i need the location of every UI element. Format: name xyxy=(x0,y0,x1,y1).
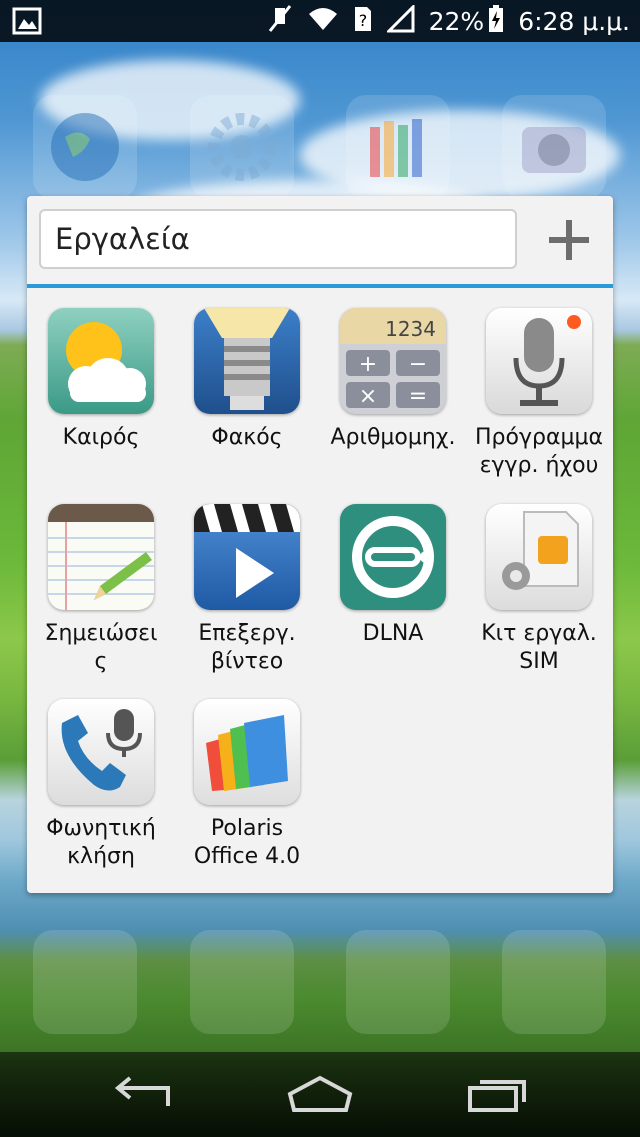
globe-icon xyxy=(33,95,137,199)
back-button[interactable] xyxy=(110,1074,174,1118)
app-label-line: SIM xyxy=(519,649,559,674)
calculator-display: 1234 xyxy=(385,317,436,341)
app-label-line: βίντεο xyxy=(210,649,284,674)
browser-icon xyxy=(502,930,606,1034)
svg-text:?: ? xyxy=(358,11,367,30)
app-label: Σημειώσει ς xyxy=(28,620,174,676)
app-label: Φωνητική κλήση xyxy=(28,815,174,871)
phone-icon xyxy=(33,930,137,1034)
notes-icon xyxy=(48,504,154,610)
app-label: Φακός xyxy=(211,425,283,450)
app-label: DLNA xyxy=(362,621,424,646)
flashlight-icon xyxy=(194,308,300,414)
sim-toolkit-icon xyxy=(486,504,592,610)
app-weather[interactable]: Καιρός xyxy=(28,308,174,452)
app-label: Polaris Office 4.0 xyxy=(174,815,320,871)
app-label: Κιτ εργαλ. SIM xyxy=(466,620,612,676)
home-icon xyxy=(287,1075,353,1112)
svg-text:−: − xyxy=(409,352,427,377)
app-notes[interactable]: Σημειώσει ς xyxy=(28,504,174,676)
add-app-button[interactable] xyxy=(543,214,595,266)
wifi-icon xyxy=(307,6,339,36)
video-editor-icon xyxy=(194,504,300,610)
app-dlna[interactable]: DLNA xyxy=(320,504,466,648)
app-label: Αριθμομηχ. xyxy=(330,425,456,450)
calculator-icon: 1234 + − × = xyxy=(340,308,446,414)
folder-name-input[interactable]: Εργαλεία xyxy=(39,209,517,269)
app-label: Καιρός xyxy=(62,425,140,450)
app-label-line: Σημειώσει xyxy=(44,621,158,646)
app-label-line: κλήση xyxy=(67,844,135,869)
app-label-line: Φωνητική xyxy=(46,816,156,841)
svg-text:=: = xyxy=(409,384,427,409)
app-label-line: εγγρ. ήχου xyxy=(479,453,599,478)
voice-dial-icon xyxy=(48,699,154,805)
app-voice-dial[interactable]: Φωνητική κλήση xyxy=(28,699,174,871)
clock: 6:28 μ.μ. xyxy=(518,6,630,36)
back-icon xyxy=(114,1076,170,1106)
image-notification-icon xyxy=(12,7,42,39)
pencils-icon xyxy=(346,95,450,199)
contacts-icon xyxy=(190,930,294,1034)
app-flashlight[interactable]: Φακός xyxy=(174,308,320,452)
app-sound-recorder[interactable]: Πρόγραμμα εγγρ. ήχου xyxy=(466,308,612,480)
recent-apps-button[interactable] xyxy=(466,1074,530,1118)
plus-icon xyxy=(549,220,589,260)
svg-text:×: × xyxy=(359,384,377,409)
app-label: Πρόγραμμα εγγρ. ήχου xyxy=(466,424,612,480)
app-label: Επεξεργ. βίντεο xyxy=(174,620,320,676)
folder-divider xyxy=(27,284,613,288)
navigation-bar xyxy=(0,1052,640,1137)
folder-panel: Εργαλεία Καιρός Φακός 1234 + − × = Αριθμ… xyxy=(27,196,613,893)
app-polaris-office[interactable]: Polaris Office 4.0 xyxy=(174,699,320,871)
sim-unknown-icon: ? xyxy=(353,5,373,37)
settings-icon xyxy=(190,95,294,199)
messages-icon xyxy=(346,930,450,1034)
dlna-icon xyxy=(340,504,446,610)
app-label-line: Πρόγραμμα xyxy=(475,425,603,450)
app-label-line: Επεξεργ. xyxy=(198,621,296,646)
app-label-line: Κιτ εργαλ. xyxy=(481,621,597,646)
status-bar: ? 22% 6:28 μ.μ. xyxy=(0,0,640,42)
app-sim-toolkit[interactable]: Κιτ εργαλ. SIM xyxy=(466,504,612,676)
camera-icon xyxy=(502,95,606,199)
svg-text:+: + xyxy=(359,352,377,377)
app-label-line: Polaris xyxy=(210,816,284,841)
battery-charging-icon xyxy=(488,5,504,37)
mute-icon xyxy=(267,4,293,38)
weather-icon xyxy=(48,308,154,414)
app-video-editor[interactable]: Επεξεργ. βίντεο xyxy=(174,504,320,676)
battery-percent: 22% xyxy=(428,6,485,36)
app-label-line: Office 4.0 xyxy=(193,844,301,869)
polaris-office-icon xyxy=(194,699,300,805)
signal-icon xyxy=(385,3,415,37)
app-calculator[interactable]: 1234 + − × = Αριθμομηχ. xyxy=(320,308,466,452)
recent-apps-icon xyxy=(468,1080,526,1112)
app-label-line: ς xyxy=(94,649,108,674)
home-button[interactable] xyxy=(286,1074,354,1118)
sound-recorder-icon xyxy=(486,308,592,414)
